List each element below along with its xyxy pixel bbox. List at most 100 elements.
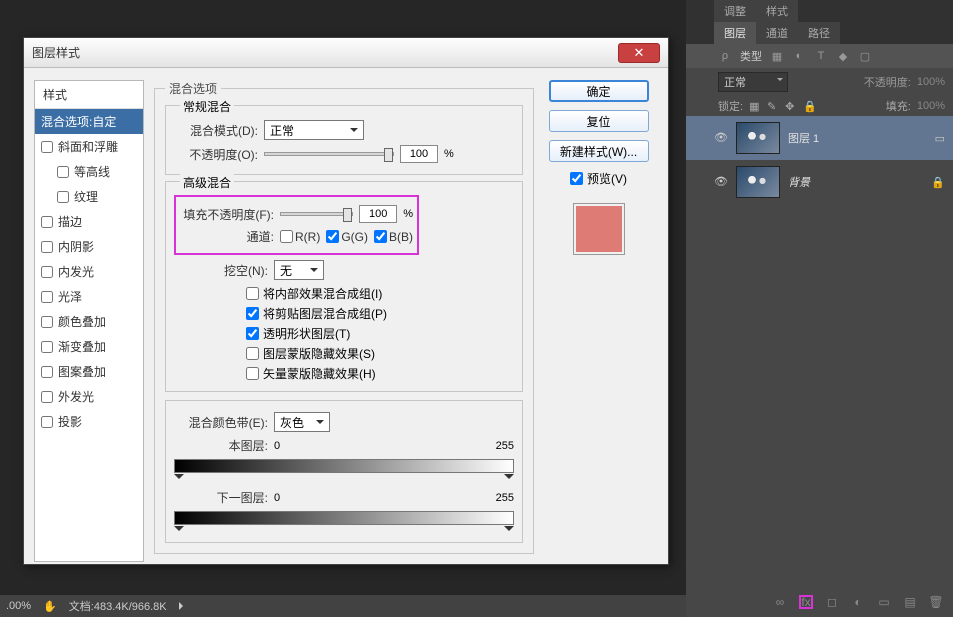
doc-size: 文档:483.4K/966.8K [69,598,167,614]
eye-icon[interactable] [714,175,728,189]
label-blend-mode: 混合模式(D): [174,122,258,139]
slider-thumb[interactable] [343,208,352,222]
value-fill[interactable]: 100% [917,100,945,112]
cb-dropshadow[interactable] [41,416,53,428]
cb-patoverlay[interactable] [41,366,53,378]
select-blend-if[interactable]: 灰色 [274,412,330,432]
tab-layers[interactable]: 图层 [714,22,756,44]
blend-if-this-handles[interactable] [174,474,514,484]
style-sidebar: 样式 混合选项:自定 斜面和浮雕 等高线 纹理 描边 内阴影 内发光 光泽 颜色… [34,80,144,562]
lock-icon: 🔒 [931,176,945,189]
cb-gradoverlay[interactable] [41,341,53,353]
label-opacity: 不透明度(O): [174,146,258,163]
sidebar-item-blend-options[interactable]: 混合选项:自定 [35,109,143,134]
layer-thumbnail[interactable] [736,122,780,154]
opt-vector-mask-hides[interactable]: 矢量蒙版隐藏效果(H) [246,365,514,382]
sidebar-item-contour[interactable]: 等高线 [35,159,143,184]
adjustment-icon[interactable]: ◐ [851,595,865,609]
opt-blend-clipped[interactable]: 将剪贴图层混合成组(P) [246,305,514,322]
layer-name[interactable]: 背景 [788,174,810,190]
layer-row-1[interactable]: 图层 1 ▭ [686,116,953,160]
tab-paths[interactable]: 路径 [798,22,840,44]
new-style-button[interactable]: 新建样式(W)... [549,140,649,162]
layer-link-icon[interactable]: ▭ [935,132,945,145]
cb-bevel[interactable] [41,141,53,153]
sidebar-item-innerglow[interactable]: 内发光 [35,259,143,284]
select-layer-kind[interactable]: 类型 [740,48,762,64]
cb-outerglow[interactable] [41,391,53,403]
lock-move-icon[interactable]: ✥ [785,100,797,112]
mask-icon[interactable]: ◻ [825,595,839,609]
opt-blend-interior[interactable]: 将内部效果混合成组(I) [246,285,514,302]
label-blend-if: 混合颜色带(E): [174,414,268,431]
channel-r[interactable]: R(R) [280,230,320,244]
preview-toggle[interactable]: 预览(V) [570,170,627,187]
dialog-titlebar[interactable]: 图层样式 ✕ [24,38,668,68]
sidebar-item-gradoverlay[interactable]: 渐变叠加 [35,334,143,359]
sidebar-item-outerglow[interactable]: 外发光 [35,384,143,409]
label-underlying: 下一图层: [174,489,268,506]
fx-icon[interactable]: fx [799,595,813,609]
input-opacity[interactable] [400,145,438,163]
label-channels: 通道: [180,228,274,245]
sidebar-item-patoverlay[interactable]: 图案叠加 [35,359,143,384]
select-blend-mode[interactable]: 正常 [264,120,364,140]
filter-pixel-icon[interactable]: ▦ [770,49,784,63]
blend-if-this-gradient[interactable] [174,459,514,473]
cb-satin[interactable] [41,291,53,303]
lock-paint-icon[interactable]: ✎ [767,100,779,112]
blend-if-under-handles[interactable] [174,526,514,536]
opt-transparency-shapes[interactable]: 透明形状图层(T) [246,325,514,342]
close-button[interactable]: ✕ [618,43,660,63]
opt-layer-mask-hides[interactable]: 图层蒙版隐藏效果(S) [246,345,514,362]
filter-adjust-icon[interactable]: ◐ [792,49,806,63]
lock-all-icon[interactable]: 🔒 [803,100,815,112]
legend-blend: 混合选项 [165,80,221,97]
sidebar-item-texture[interactable]: 纹理 [35,184,143,209]
hand-icon[interactable]: ✋ [43,600,57,613]
sidebar-item-dropshadow[interactable]: 投影 [35,409,143,434]
lock-transparent-icon[interactable]: ▦ [749,100,761,112]
filter-smart-icon[interactable]: ▢ [858,49,872,63]
label-lock: 锁定: [718,98,743,114]
blend-if-under-gradient[interactable] [174,511,514,525]
slider-opacity[interactable] [264,152,394,156]
cb-coloroverlay[interactable] [41,316,53,328]
ok-button[interactable]: 确定 [549,80,649,102]
reset-button[interactable]: 复位 [549,110,649,132]
chevron-right-icon[interactable] [179,602,187,610]
channel-g[interactable]: G(G) [326,230,368,244]
tab-styles[interactable]: 样式 [756,0,798,22]
select-knockout[interactable]: 无 [274,260,324,280]
slider-fill-opacity[interactable] [280,212,353,216]
link-icon[interactable]: ∞ [773,595,787,609]
cb-texture[interactable] [57,191,69,203]
eye-icon[interactable] [714,131,728,145]
slider-thumb[interactable] [384,148,393,162]
sidebar-item-innershadow[interactable]: 内阴影 [35,234,143,259]
layer-row-bg[interactable]: 背景 🔒 [686,160,953,204]
new-layer-icon[interactable]: ▤ [903,595,917,609]
sidebar-item-bevel[interactable]: 斜面和浮雕 [35,134,143,159]
tab-adjustments[interactable]: 调整 [714,0,756,22]
cb-stroke[interactable] [41,216,53,228]
cb-innerglow[interactable] [41,266,53,278]
layer-thumbnail[interactable] [736,166,780,198]
cb-innershadow[interactable] [41,241,53,253]
filter-type-icon[interactable]: T [814,49,828,63]
sidebar-item-satin[interactable]: 光泽 [35,284,143,309]
trash-icon[interactable]: 🗑 [929,595,943,609]
cb-contour[interactable] [57,166,69,178]
select-layer-blend[interactable]: 正常 [718,72,788,92]
zoom-level[interactable]: .00% [6,600,31,612]
sidebar-item-coloroverlay[interactable]: 颜色叠加 [35,309,143,334]
filter-shape-icon[interactable]: ◆ [836,49,850,63]
tab-channels[interactable]: 通道 [756,22,798,44]
label-knockout: 挖空(N): [174,262,268,279]
channel-b[interactable]: B(B) [374,230,413,244]
input-fill-opacity[interactable] [359,205,397,223]
layer-name[interactable]: 图层 1 [788,130,819,146]
sidebar-item-stroke[interactable]: 描边 [35,209,143,234]
group-icon[interactable]: ▭ [877,595,891,609]
value-layer-opacity[interactable]: 100% [917,76,945,88]
